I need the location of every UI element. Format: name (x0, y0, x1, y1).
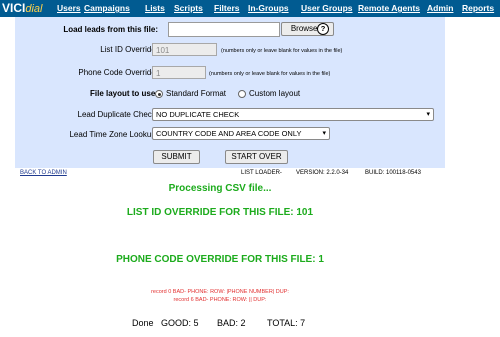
submit-button[interactable]: SUBMIT (153, 150, 200, 164)
list-id-label: List ID Override: (100, 45, 158, 54)
nav-user-groups[interactable]: User Groups (301, 3, 353, 14)
lead-loader-form-panel: Load leads from this file: Browse... ? L… (15, 17, 445, 168)
dup-check-value: NO DUPLICATE CHECK (156, 110, 240, 119)
standard-format-radio[interactable] (155, 90, 163, 98)
total-count: TOTAL: 7 (267, 318, 306, 328)
nav-filters[interactable]: Filters (214, 3, 240, 14)
dup-check-label: Lead Duplicate Check: (77, 110, 159, 119)
nav-scripts[interactable]: Scripts (174, 3, 203, 14)
nav-campaigns[interactable]: Campaigns (84, 3, 130, 14)
vicidial-logo[interactable]: VICIdial (2, 1, 42, 16)
back-to-admin-link[interactable]: BACK TO ADMIN (20, 170, 67, 176)
nav-remote-agents[interactable]: Remote Agents (358, 3, 420, 14)
standard-format-label: Standard Format (166, 89, 227, 98)
error-record-line: record 0 BAD- PHONE: ROW: |PHONE NUMBER|… (151, 289, 289, 295)
list-id-override-input[interactable]: 101 (152, 43, 217, 56)
top-nav-bar: VICIdial Users Campaigns Lists Scripts F… (0, 0, 500, 17)
list-override-message: LIST ID OVERRIDE FOR THIS FILE: 101 (126, 207, 314, 218)
file-layout-label: File layout to use: (89, 89, 158, 98)
list-loader-label: LIST LOADER- (241, 170, 282, 176)
logo-text-italic: dial (25, 3, 43, 15)
custom-layout-radio[interactable] (238, 90, 246, 98)
chevron-down-icon: ▾ (426, 111, 430, 118)
error-record-line: record 6 BAD- PHONE: ROW: || DUP: (173, 297, 267, 303)
help-icon[interactable]: ? (317, 23, 329, 35)
build-label: BUILD: 100118-0543 (365, 170, 421, 176)
version-label: VERSION: 2.2.0-34 (296, 170, 349, 176)
phone-code-override-input[interactable]: 1 (152, 66, 206, 79)
start-over-button[interactable]: START OVER (225, 150, 288, 164)
phone-override-message: PHONE CODE OVERRIDE FOR THIS FILE: 1 (116, 254, 324, 265)
phone-code-hint: (numbers only or leave blank for values … (209, 71, 331, 77)
list-id-hint: (numbers only or leave blank for values … (221, 48, 343, 54)
tz-lookup-select[interactable]: COUNTRY CODE AND AREA CODE ONLY ▾ (152, 127, 330, 140)
phone-code-label: Phone Code Override: (78, 68, 158, 77)
nav-lists[interactable]: Lists (145, 3, 165, 14)
nav-in-groups[interactable]: In-Groups (248, 3, 289, 14)
nav-reports[interactable]: Reports (462, 3, 494, 14)
processing-message: Processing CSV file... (168, 183, 272, 194)
tz-lookup-label: Lead Time Zone Lookup: (69, 130, 158, 139)
done-label: Done (132, 318, 154, 328)
bad-count: BAD: 2 (217, 318, 246, 328)
load-file-label: Load leads from this file: (63, 25, 158, 34)
logo-text-main: VICI (2, 1, 26, 15)
dup-check-select[interactable]: NO DUPLICATE CHECK ▾ (152, 108, 434, 121)
file-path-input[interactable] (168, 22, 280, 37)
good-count: GOOD: 5 (161, 318, 199, 328)
tz-lookup-value: COUNTRY CODE AND AREA CODE ONLY (156, 129, 302, 138)
custom-layout-label: Custom layout (249, 89, 301, 98)
nav-admin[interactable]: Admin (427, 3, 453, 14)
nav-users[interactable]: Users (57, 3, 81, 14)
chevron-down-icon: ▾ (322, 130, 326, 137)
